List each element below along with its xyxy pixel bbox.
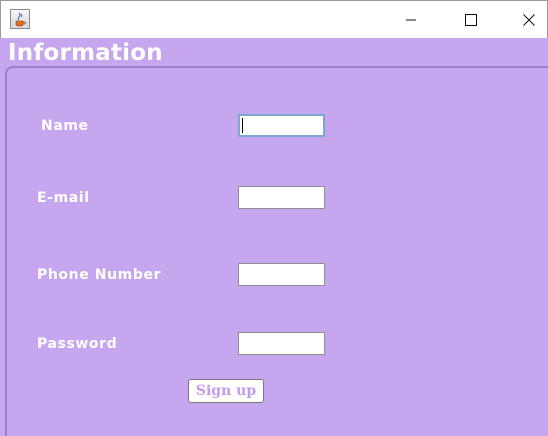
maximize-icon	[465, 14, 477, 26]
email-label: E-mail	[37, 190, 90, 206]
close-icon	[523, 14, 535, 26]
name-label: Name	[41, 118, 89, 134]
phone-number-field[interactable]	[238, 263, 325, 286]
password-label: Password	[37, 336, 118, 352]
page-title: Information	[8, 40, 163, 66]
java-app-icon[interactable]	[10, 9, 30, 29]
password-field[interactable]	[238, 332, 325, 355]
title-bar[interactable]	[0, 0, 548, 38]
text-caret	[242, 118, 243, 133]
maximize-button[interactable]	[448, 1, 494, 38]
sign-up-button[interactable]: Sign up	[188, 379, 264, 403]
close-button[interactable]	[506, 1, 548, 38]
app-window: Information Name E-mail Phone Number Pas…	[0, 0, 548, 436]
minimize-icon	[406, 19, 416, 21]
minimize-button[interactable]	[388, 1, 434, 38]
email-field[interactable]	[238, 186, 325, 209]
phone-number-label: Phone Number	[37, 267, 162, 283]
name-field[interactable]	[238, 114, 325, 137]
